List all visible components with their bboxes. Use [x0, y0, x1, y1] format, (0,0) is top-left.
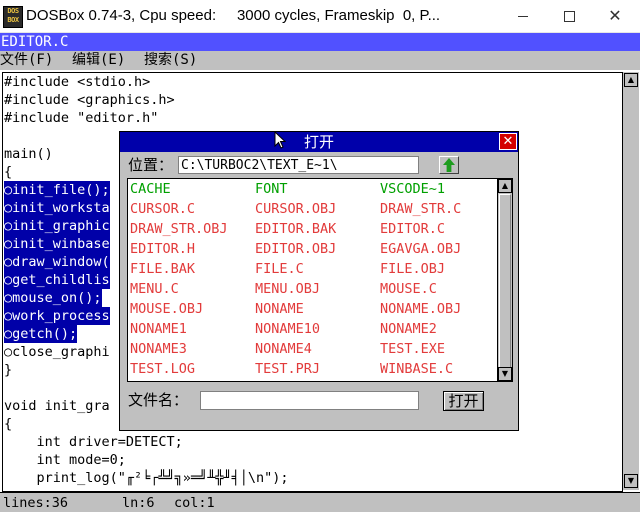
menu-edit[interactable]: 编辑(E) [72, 51, 125, 70]
minimize-icon [518, 15, 528, 17]
parent-folder-button[interactable] [439, 156, 459, 174]
file-item[interactable]: CURSOR.OBJ [255, 199, 336, 219]
code-line[interactable]: ○init_graphic [4, 217, 110, 235]
folder-item[interactable]: CACHE [130, 179, 171, 199]
code-line[interactable]: int driver=DETECT; [4, 433, 183, 451]
scroll-down-icon[interactable]: ▼ [624, 474, 638, 488]
code-line[interactable]: ○work_process [4, 307, 110, 325]
file-list: CACHE FONT VSCODE~1 CURSOR.C CURSOR.OBJ DRAW_… [127, 178, 506, 382]
status-ln: ln:6 [122, 495, 155, 511]
file-item[interactable]: NONAME4 [255, 339, 312, 359]
editor-caption-bar: EDITOR.C [0, 33, 640, 51]
code-line[interactable]: ○mouse_on(); [4, 289, 102, 307]
path-label: 位置： [128, 156, 174, 174]
code-line[interactable]: ○init_worksta [4, 199, 110, 217]
icon-text-bottom: BOX [7, 16, 19, 24]
open-file-dialog: 打开 ✕ 位置： C:\TURBOC2\TEXT_E~1\ CACHE FONT V… [119, 131, 519, 431]
file-item[interactable]: MENU.C [130, 279, 179, 299]
dialog-titlebar: 打开 ✕ [120, 132, 518, 152]
code-line[interactable]: ○close_graphi [4, 343, 110, 361]
file-item[interactable]: EDITOR.OBJ [255, 239, 336, 259]
menu-bar: 文件(F) 编辑(E) 搜索(S) [0, 51, 640, 70]
file-item[interactable]: FILE.OBJ [380, 259, 445, 279]
code-line[interactable]: #include "editor.h" [4, 109, 158, 127]
dos-screen: EDITOR.C 文件(F) 编辑(E) 搜索(S) #include <std… [0, 33, 640, 512]
code-line[interactable]: int mode=0; [4, 451, 126, 469]
file-item[interactable]: FILE.C [255, 259, 304, 279]
dosbox-app-icon: DOS BOX [3, 6, 23, 28]
open-button[interactable]: 打开 [443, 391, 484, 411]
code-line[interactable]: ○getch(); [4, 325, 78, 343]
file-item[interactable]: NONAME3 [130, 339, 187, 359]
file-item[interactable]: MOUSE.C [380, 279, 437, 299]
dialog-close-icon[interactable]: ✕ [499, 133, 517, 150]
code-line[interactable]: { [4, 415, 12, 433]
path-field[interactable]: C:\TURBOC2\TEXT_E~1\ [178, 156, 419, 174]
file-item[interactable]: FILE.BAK [130, 259, 195, 279]
file-item[interactable]: CURSOR.C [130, 199, 195, 219]
code-line[interactable]: } [4, 361, 12, 379]
file-item[interactable]: EDITOR.BAK [255, 219, 336, 239]
file-item[interactable]: NONAME [255, 299, 304, 319]
up-arrow-icon [443, 158, 455, 172]
maximize-icon [563, 10, 575, 22]
file-item[interactable]: EGAVGA.OBJ [380, 239, 461, 259]
code-line[interactable]: void init_gra [4, 397, 110, 415]
menu-file[interactable]: 文件(F) [0, 51, 53, 70]
scroll-up-icon[interactable]: ▲ [624, 73, 638, 87]
code-line[interactable]: #include <graphics.h> [4, 91, 175, 109]
code-line[interactable]: { [4, 163, 12, 181]
code-line[interactable]: ○get_childlis [4, 271, 110, 289]
file-item[interactable]: MENU.OBJ [255, 279, 320, 299]
code-line[interactable]: ○init_file(); [4, 181, 110, 199]
minimize-button[interactable] [500, 0, 546, 32]
file-item[interactable]: NONAME10 [255, 319, 320, 339]
file-item[interactable]: MOUSE.OBJ [130, 299, 203, 319]
file-item[interactable]: EDITOR.H [130, 239, 195, 259]
status-bar: lines:36 ln:6 col:1 [0, 492, 640, 512]
dialog-title: 打开 [303, 133, 334, 151]
file-item[interactable]: DRAW_STR.OBJ [130, 219, 228, 239]
list-scroll-up-icon[interactable]: ▲ [498, 179, 512, 193]
file-item[interactable]: NONAME2 [380, 319, 437, 339]
icon-text-top: DOS [7, 7, 19, 15]
status-lines: lines:36 [3, 495, 69, 511]
code-line[interactable]: print_log("╓²╘┌╩╝╗»═╝╨╬╜╡│\n"); [4, 469, 289, 487]
file-item[interactable]: TEST.LOG [130, 359, 195, 379]
file-item[interactable]: TEST.EXE [380, 339, 445, 359]
window-titlebar: DOS BOX DOSBox 0.74-3, Cpu speed: 3000 c… [0, 0, 640, 33]
folder-item[interactable]: FONT [255, 179, 288, 199]
code-line[interactable]: ○init_winbase [4, 235, 110, 253]
file-item[interactable]: WINBASE.C [380, 359, 453, 379]
status-col: col:1 [174, 495, 215, 511]
filename-label: 文件名： [128, 391, 189, 409]
file-item[interactable]: DRAW_STR.C [380, 199, 461, 219]
window-title: DOSBox 0.74-3, Cpu speed: 3000 cycles, F… [26, 7, 441, 24]
folder-item[interactable]: VSCODE~1 [380, 179, 445, 199]
maximize-button[interactable] [546, 0, 592, 32]
list-scroll-down-icon[interactable]: ▼ [498, 367, 512, 381]
file-item[interactable]: EDITOR.C [380, 219, 445, 239]
file-item[interactable]: NONAME1 [130, 319, 187, 339]
file-item[interactable]: NONAME.OBJ [380, 299, 461, 319]
filename-input[interactable] [200, 391, 419, 410]
editor-filename: EDITOR.C [1, 34, 69, 50]
menu-search[interactable]: 搜索(S) [144, 51, 197, 70]
file-item[interactable]: TEST.PRJ [255, 359, 320, 379]
close-button[interactable]: ✕ [592, 0, 638, 32]
editor-scrollbar[interactable]: ▲ ▼ [622, 72, 639, 490]
code-line[interactable]: #include <stdio.h> [4, 73, 150, 91]
code-line[interactable]: ○draw_window( [4, 253, 110, 271]
list-scroll-thumb[interactable] [499, 194, 511, 368]
mouse-pointer-icon [274, 131, 286, 149]
file-list-scrollbar[interactable]: ▲ ▼ [497, 178, 513, 382]
close-icon: ✕ [608, 6, 622, 25]
code-line[interactable]: main() [4, 145, 53, 163]
